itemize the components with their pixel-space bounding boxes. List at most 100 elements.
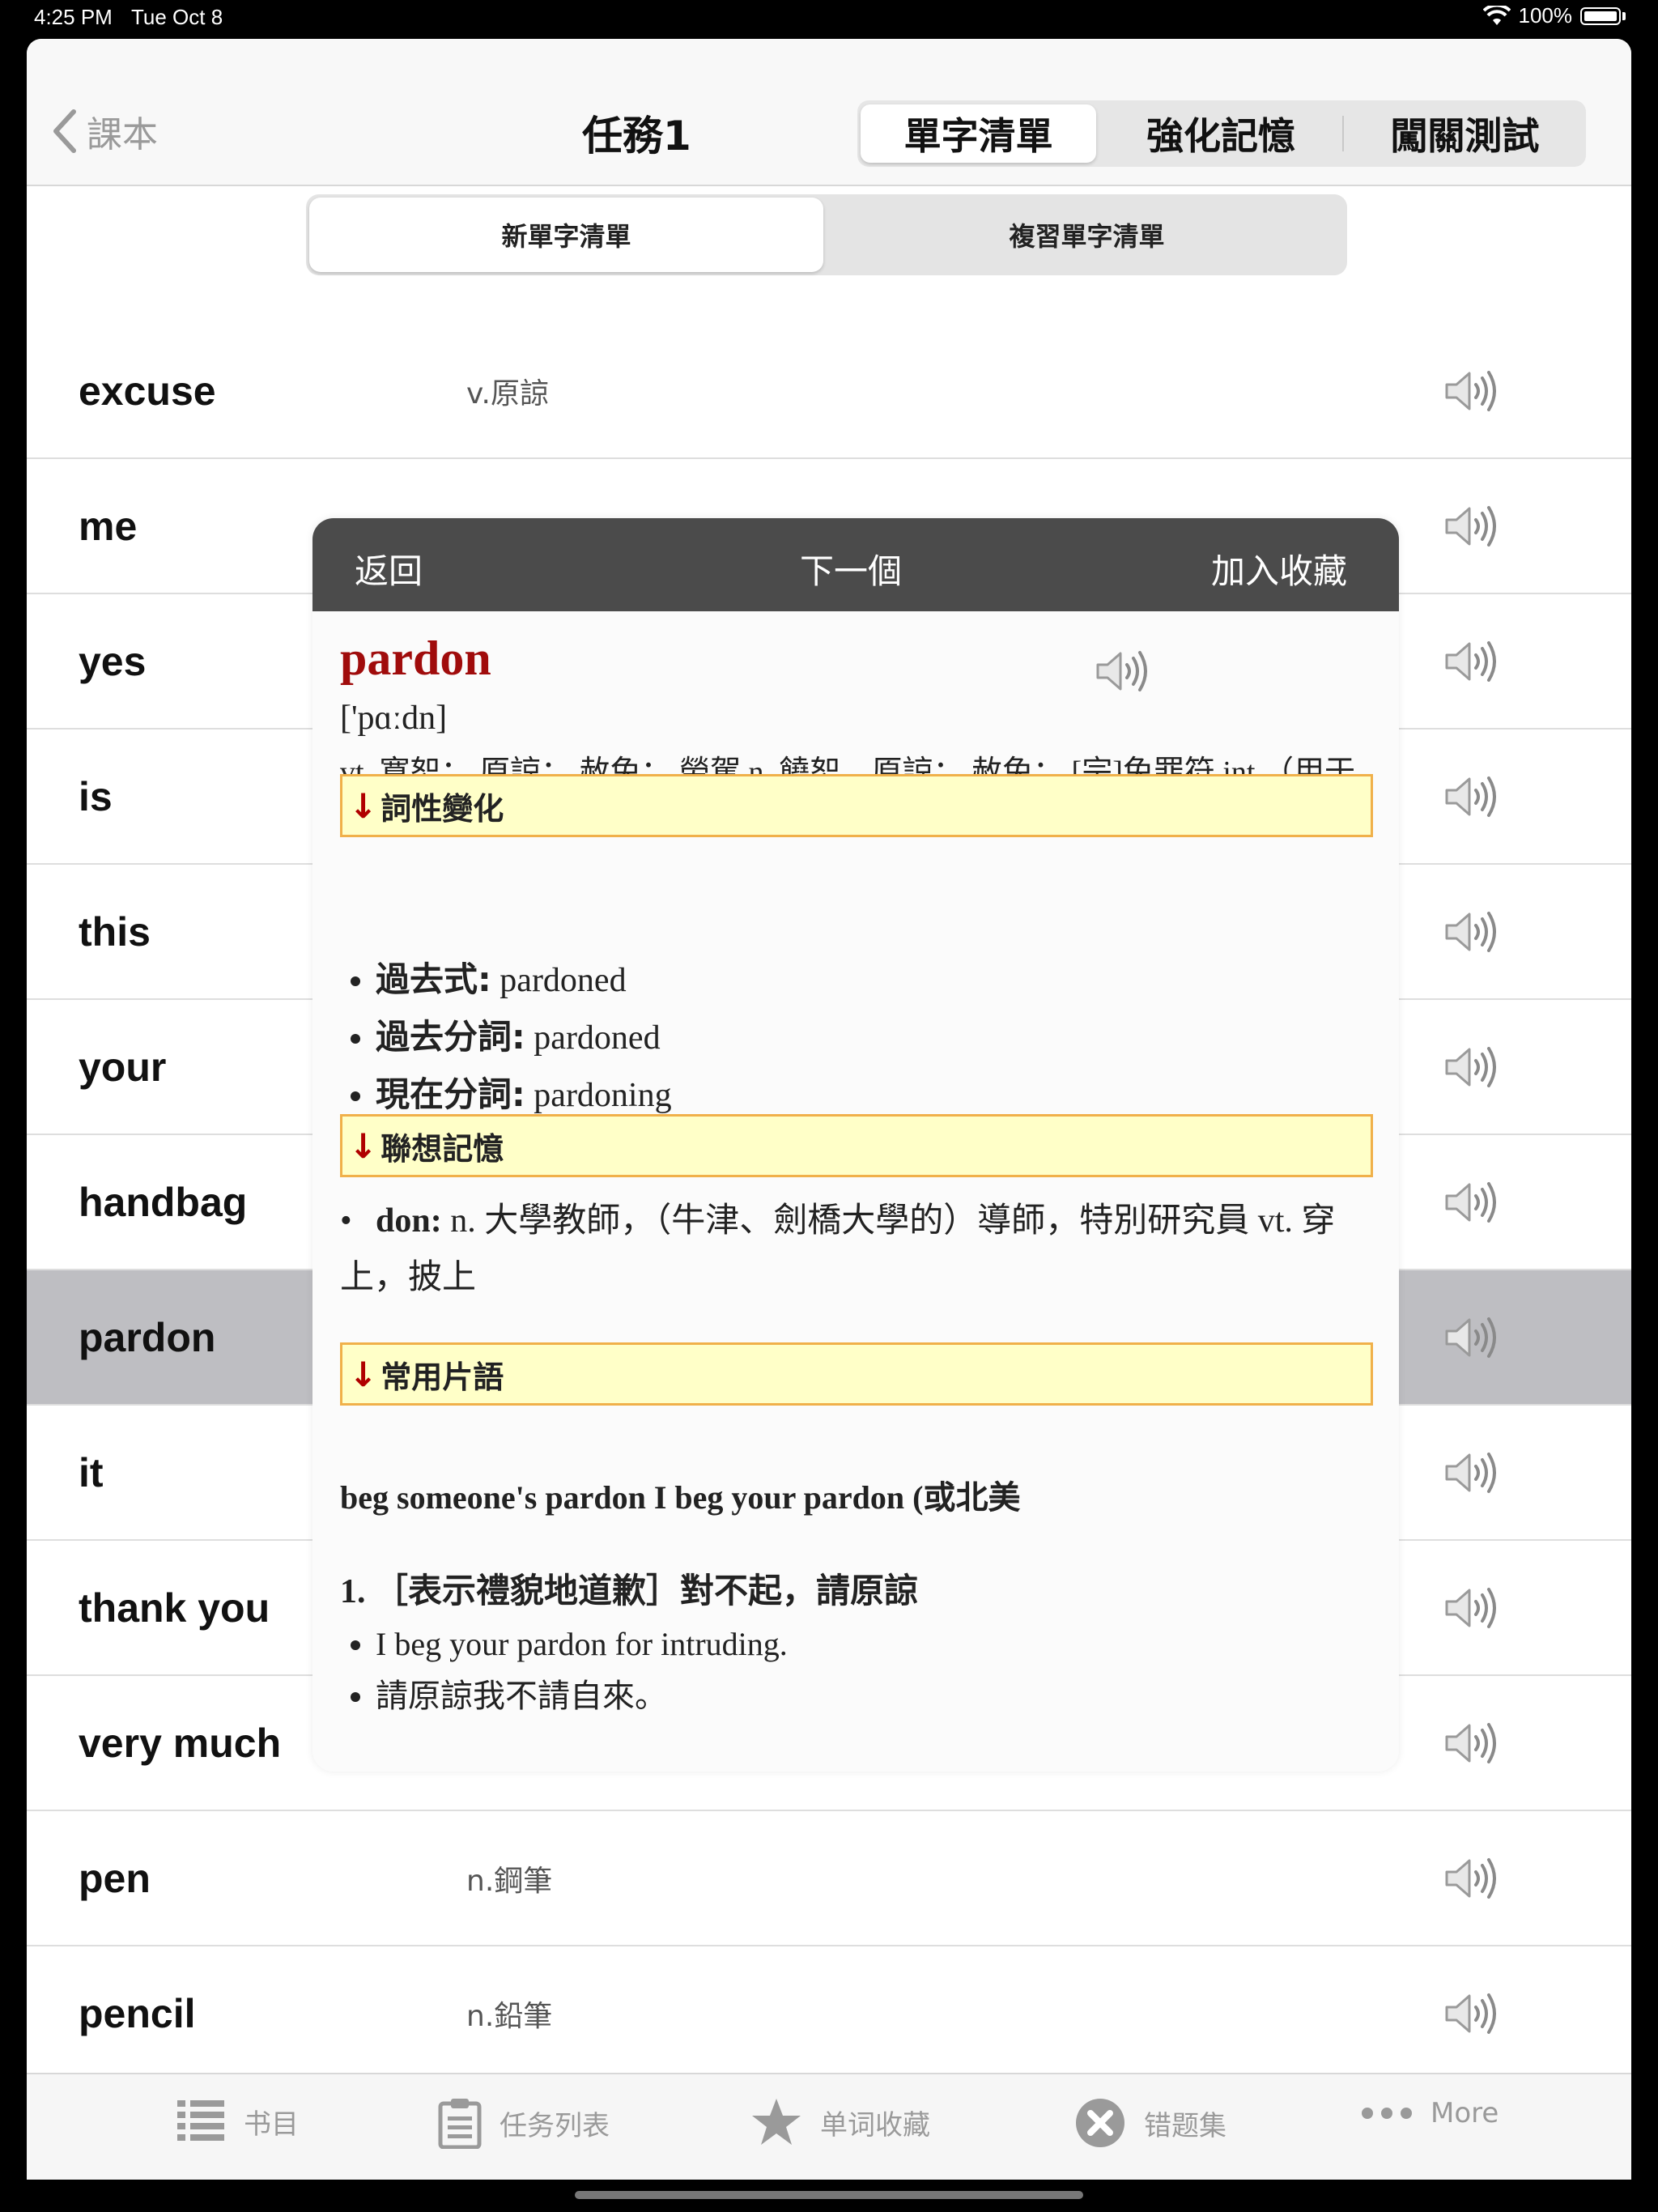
word-detail-popup: 返回 下一個 加入收藏 pardon ['pɑːdn] vt. 寬恕； 原諒； … [312,518,1399,1772]
phonetic: ['pɑːdn] [340,700,448,737]
tab-bar: 书目 任务列表 单词收藏 错题集 More [27,2073,1631,2180]
association-text: • don: n. 大學教師，（牛津、劍橋大學的）導師，特別研究員 vt. 穿上，… [340,1193,1378,1306]
list-item[interactable]: pen n.鋼筆 [27,1811,1631,1946]
chevron-left-icon [53,109,76,153]
speaker-icon[interactable] [1442,1450,1499,1495]
popup-next-button[interactable]: 下一個 [800,544,902,593]
word-text: pencil [79,1990,196,2036]
word-text: your [79,1044,167,1090]
tab-label: 单词收藏 [820,2108,930,2142]
speaker-icon[interactable] [1093,649,1150,694]
popup-header: 返回 下一個 加入收藏 [312,518,1399,611]
list-item[interactable]: pencil n.鉛筆 [27,1946,1631,2082]
list-item: 過去分詞: pardoned [376,1009,709,1066]
tab-label: 任务列表 [500,2109,610,2142]
word-text: thank you [79,1585,270,1631]
speaker-icon[interactable] [1442,1180,1499,1225]
word-text: pen [79,1855,151,1901]
speaker-icon[interactable] [1442,1991,1499,2036]
speaker-icon[interactable] [1442,1856,1499,1901]
tab-word-list[interactable]: 單字清單 [861,104,1097,163]
section-title: 聯想記憶 [380,1130,504,1167]
example-sentence: 請原諒我不請自來。 [376,1670,788,1722]
tab-book-list[interactable]: 书目 [176,2097,299,2146]
word-definition: v.原諒 [466,376,549,410]
word-definition: n.鉛筆 [466,1999,553,2033]
speaker-icon[interactable] [1442,1585,1499,1631]
speaker-icon[interactable] [1442,1721,1499,1766]
word-text: is [79,773,113,819]
association-definition: n. 大學教師，（牛津、劍橋大學的）導師，特別研究員 vt. 穿上，披上 [340,1202,1336,1296]
speaker-icon[interactable] [1442,639,1499,684]
word-text: it [79,1449,104,1495]
tab-review-words[interactable]: 複習單字清單 [830,198,1344,272]
status-right: 100% [1482,3,1626,28]
popup-back-button[interactable]: 返回 [355,544,423,593]
list-item[interactable]: excuse v.原諒 [27,324,1631,459]
tab-label: 错题集 [1144,2109,1226,2142]
tab-wrong-answers[interactable]: 错题集 [1074,2097,1226,2149]
example-sentence: I beg your pardon for intruding. [376,1619,788,1670]
status-date: Tue Oct 8 [131,5,223,29]
tab-new-words[interactable]: 新單字清單 [309,198,823,272]
tab-reinforce-memory[interactable]: 強化記憶 [1103,104,1338,163]
status-bar: 4:25 PM Tue Oct 8 100% [0,0,1658,39]
example-list: I beg your pardon for intruding.請原諒我不請自來… [340,1619,788,1722]
status-time: 4:25 PM [34,5,113,29]
form-value: pardoning [525,1077,672,1114]
speaker-icon[interactable] [1442,1044,1499,1090]
star-icon [752,2099,801,2145]
association-term: don: [376,1202,442,1240]
form-value: pardoned [525,1019,661,1057]
section-title: 詞性變化 [380,790,504,827]
battery-percent: 100% [1518,3,1573,28]
battery-icon [1580,6,1621,25]
form-label: 過去分詞: [376,1017,525,1057]
down-arrow-icon: ↓ [349,1125,378,1166]
sense-heading: 1. ［表示禮貌地道歉］對不起，請原諒 [340,1573,919,1610]
phrase-text: beg someone's pardon I beg your pardon (… [340,1479,1021,1516]
list-icon [177,2100,224,2141]
more-icon [1362,2108,1412,2119]
speaker-icon[interactable] [1442,504,1499,549]
form-label: 過去式: [376,959,491,999]
back-button[interactable]: 課本 [51,105,158,157]
tab-label: 书目 [244,2108,299,2141]
popup-favorite-button[interactable]: 加入收藏 [1211,544,1347,593]
battery-nub [1622,11,1626,20]
section-header-association[interactable]: ↓ 聯想記憶 [340,1114,1373,1177]
section-header-forms[interactable]: ↓ 詞性變化 [340,774,1373,837]
list-item: 過去式: pardoned [376,951,709,1009]
clipboard-icon [438,2099,482,2149]
speaker-icon[interactable] [1442,774,1499,819]
word-text: very much [79,1720,282,1766]
x-circle-icon [1076,2099,1124,2147]
bullet: • [340,1202,352,1240]
back-label: 課本 [87,114,158,155]
speaker-icon[interactable] [1442,909,1499,955]
tab-label: More [1431,2097,1499,2129]
tab-challenge-test[interactable]: 闖關測試 [1347,104,1583,163]
word-text: me [79,503,138,549]
word-definition: n.鋼筆 [466,1864,553,1898]
speaker-icon[interactable] [1442,368,1499,414]
form-value: pardoned [491,962,627,999]
word-text: excuse [79,368,216,414]
tab-word-favorites[interactable]: 单词收藏 [750,2097,930,2147]
wifi-icon [1482,5,1511,25]
page-title: 任務1 [582,113,691,160]
down-arrow-icon: ↓ [349,785,378,826]
tab-more[interactable]: More [1361,2097,1499,2129]
speaker-icon[interactable] [1442,1315,1499,1360]
tab-task-list[interactable]: 任务列表 [438,2097,610,2149]
form-label: 現在分詞: [376,1074,525,1114]
sub-segmented-control: 新單字清單 複習單字清單 [306,194,1347,275]
section-header-phrases[interactable]: ↓ 常用片語 [340,1342,1373,1406]
app-window: 課本 任務1 單字清單 強化記憶 闖關測試 新單字清單 複習單字清單 excus… [27,39,1631,2180]
word-text: this [79,908,151,955]
navigation-bar: 課本 任務1 單字清單 強化記憶 闖關測試 [27,39,1631,186]
section-title: 常用片語 [380,1359,504,1395]
top-segmented-control: 單字清單 強化記憶 闖關測試 [857,100,1586,167]
home-indicator [575,2191,1083,2199]
word-text: pardon [79,1314,216,1360]
